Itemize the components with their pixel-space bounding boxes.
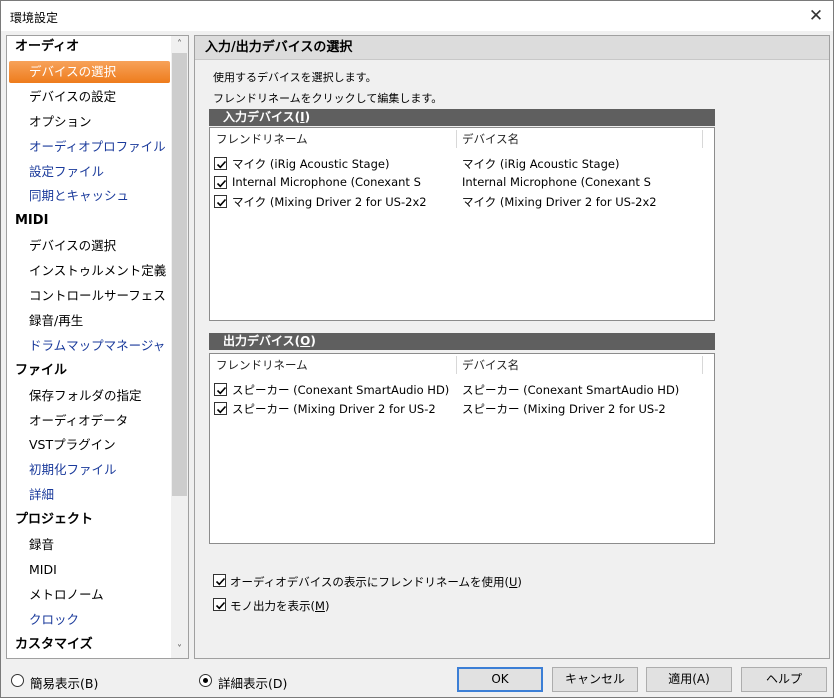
- ok-button[interactable]: OK: [457, 667, 543, 692]
- sidebar-item[interactable]: コントロールサーフェス: [29, 285, 166, 307]
- sidebar-item[interactable]: メトロノーム: [29, 584, 104, 606]
- preferences-window: 環境設定 ✕ オーディオ デバイスの選択 デバイスの設定 オプション オーディオプロファ…: [0, 0, 834, 698]
- device-name-cell: Internal Microphone (Conexant S: [462, 175, 651, 189]
- device-row[interactable]: マイク (Mixing Driver 2 for US-2x2 マイク (Mixi…: [210, 192, 710, 211]
- sidebar-item[interactable]: 同期とキャッシュ: [29, 185, 129, 207]
- sidebar-item[interactable]: MIDI: [29, 559, 57, 581]
- friendly-name-cell[interactable]: スピーカー (Conexant SmartAudio HD): [232, 382, 457, 398]
- device-checkbox[interactable]: [214, 157, 227, 170]
- column-header-friendly-name[interactable]: フレンドリネーム: [216, 354, 308, 376]
- close-button[interactable]: ✕: [803, 3, 829, 29]
- sidebar-item[interactable]: デバイスの選択: [29, 235, 116, 257]
- apply-button[interactable]: 適用(A): [646, 667, 732, 692]
- sidebar-item[interactable]: 初期化ファイル: [29, 459, 117, 481]
- device-checkbox[interactable]: [214, 402, 227, 415]
- use-friendly-name-checkbox[interactable]: [213, 574, 226, 587]
- window-title: 環境設定: [10, 11, 59, 25]
- category-tree: オーディオ デバイスの選択 デバイスの設定 オプション オーディオプロファイル 設定ファイ…: [6, 35, 189, 659]
- cancel-button[interactable]: キャンセル: [552, 667, 638, 692]
- sidebar-category[interactable]: プロジェクト: [15, 509, 93, 531]
- column-divider[interactable]: [702, 356, 703, 374]
- sidebar-item[interactable]: 保存フォルダの指定: [29, 385, 142, 407]
- scroll-down-button[interactable]: ˅: [171, 641, 188, 658]
- title-bar: 環境設定 ✕: [1, 1, 833, 31]
- device-row[interactable]: スピーカー (Mixing Driver 2 for US-2 スピーカー (Mi…: [210, 399, 710, 418]
- sidebar-item-label: デバイスの選択: [29, 64, 117, 79]
- input-devices-header: 入力デバイス(I): [209, 109, 715, 126]
- sidebar-item[interactable]: 設定ファイル: [29, 161, 104, 183]
- settings-panel: 入力/出力デバイスの選択 使用するデバイスを選択します。 フレンドリネームをクリ…: [194, 35, 830, 659]
- scroll-thumb[interactable]: [172, 53, 187, 496]
- column-header-device-name[interactable]: デバイス名: [462, 354, 519, 376]
- device-checkbox[interactable]: [214, 195, 227, 208]
- help-button[interactable]: ヘルプ: [741, 667, 827, 692]
- panel-title: 入力/出力デバイスの選択: [195, 36, 829, 60]
- chevron-down-icon: ˅: [177, 644, 182, 655]
- output-devices-header: 出力デバイス(O): [209, 333, 715, 350]
- column-header-friendly-name[interactable]: フレンドリネーム: [216, 128, 308, 150]
- sidebar-item[interactable]: 詳細: [29, 484, 54, 506]
- sidebar-item-selected[interactable]: デバイスの選択: [9, 61, 170, 83]
- sidebar-item[interactable]: ドラムマップマネージャ: [29, 335, 165, 357]
- friendly-name-cell[interactable]: スピーカー (Mixing Driver 2 for US-2: [232, 401, 457, 417]
- sidebar-item[interactable]: デバイスの設定: [29, 86, 116, 108]
- sidebar-item[interactable]: 録音/再生: [29, 310, 83, 332]
- sidebar-item[interactable]: オーディオデータ: [29, 410, 128, 432]
- dialog-footer: 簡易表示(B) 詳細表示(D) OK キャンセル 適用(A) ヘルプ: [1, 663, 833, 697]
- sidebar-item[interactable]: インストゥルメント定義: [29, 260, 166, 282]
- device-row[interactable]: Internal Microphone (Conexant S Internal …: [210, 173, 710, 192]
- sidebar-category[interactable]: MIDI: [15, 210, 48, 232]
- device-name-cell: スピーカー (Mixing Driver 2 for US-2: [462, 402, 666, 416]
- friendly-name-cell[interactable]: マイク (iRig Acoustic Stage): [232, 156, 457, 172]
- sidebar-category[interactable]: カスタマイズ: [15, 634, 93, 656]
- description-line-2: フレンドリネームをクリックして編集します。: [213, 92, 443, 105]
- close-icon: ✕: [808, 6, 824, 26]
- sidebar-item[interactable]: クロック: [29, 609, 79, 631]
- sidebar-item[interactable]: オプション: [29, 111, 92, 133]
- device-row[interactable]: マイク (iRig Acoustic Stage) マイク (iRig Acous…: [210, 154, 710, 173]
- column-divider[interactable]: [456, 356, 457, 374]
- input-devices-list[interactable]: フレンドリネーム デバイス名 マイク (iRig Acoustic Stage) マイ…: [209, 127, 715, 321]
- description-line-1: 使用するデバイスを選択します。: [213, 71, 377, 84]
- sidebar-item[interactable]: オーディオプロファイル: [29, 136, 166, 158]
- device-row[interactable]: スピーカー (Conexant SmartAudio HD) スピーカー (Con…: [210, 380, 710, 399]
- device-checkbox[interactable]: [214, 383, 227, 396]
- chevron-up-icon: ˄: [177, 39, 182, 50]
- sidebar-category[interactable]: ファイル: [15, 360, 67, 382]
- sidebar-category[interactable]: オーディオ: [15, 36, 79, 58]
- output-devices-list[interactable]: フレンドリネーム デバイス名 スピーカー (Conexant SmartAudio …: [209, 353, 715, 544]
- column-header-device-name[interactable]: デバイス名: [462, 128, 519, 150]
- device-checkbox[interactable]: [214, 176, 227, 189]
- device-name-cell: マイク (iRig Acoustic Stage): [462, 157, 620, 171]
- sidebar-item[interactable]: 録音: [29, 534, 54, 556]
- sidebar-scrollbar[interactable]: ˄ ˅: [171, 36, 188, 658]
- show-mono-output-checkbox[interactable]: [213, 598, 226, 611]
- radio-icon: [11, 674, 24, 687]
- friendly-name-cell[interactable]: マイク (Mixing Driver 2 for US-2x2: [232, 194, 457, 210]
- column-divider[interactable]: [456, 130, 457, 148]
- column-divider[interactable]: [702, 130, 703, 148]
- device-name-cell: スピーカー (Conexant SmartAudio HD): [462, 383, 680, 397]
- device-name-cell: マイク (Mixing Driver 2 for US-2x2: [462, 195, 657, 209]
- radio-selected-icon: [199, 674, 212, 687]
- friendly-name-cell[interactable]: Internal Microphone (Conexant S: [232, 175, 457, 189]
- sidebar-item[interactable]: VSTプラグイン: [29, 434, 116, 456]
- scroll-up-button[interactable]: ˄: [171, 36, 188, 53]
